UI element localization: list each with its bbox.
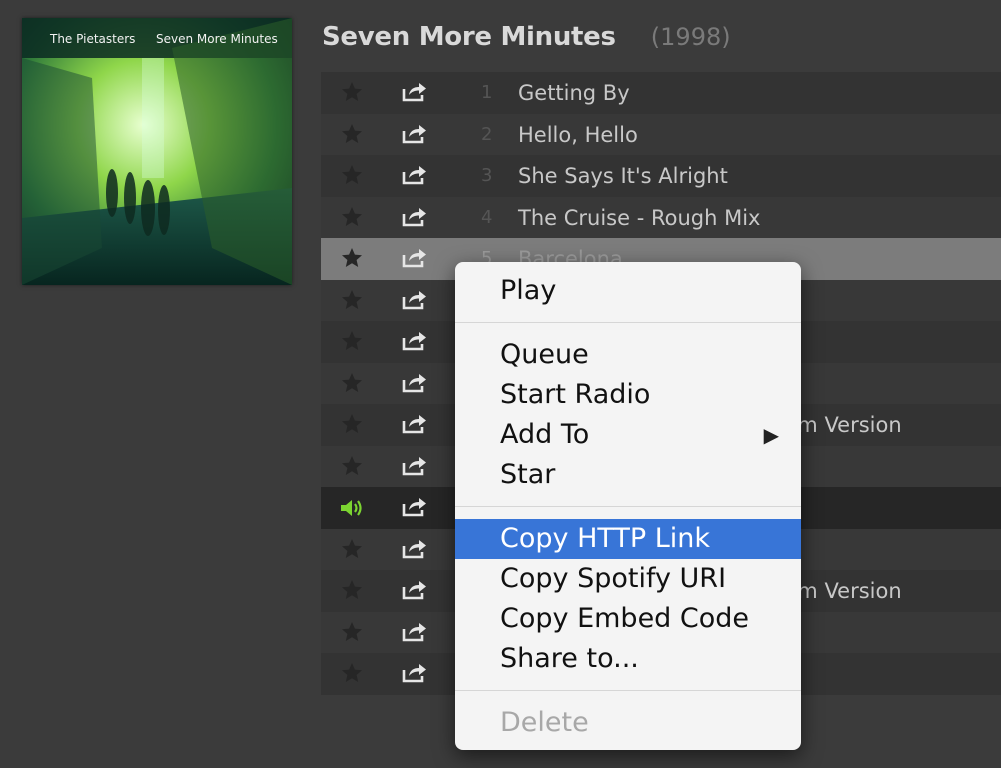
- share-icon[interactable]: [401, 496, 427, 518]
- submenu-arrow-icon: ▶: [763, 423, 779, 447]
- star-icon[interactable]: [340, 661, 364, 685]
- menu-separator: [455, 322, 801, 323]
- share-icon[interactable]: [401, 164, 427, 186]
- cover-artist-text: The Pietasters: [50, 32, 136, 46]
- star-icon[interactable]: [340, 454, 364, 478]
- track-number: 3: [481, 165, 493, 186]
- star-icon[interactable]: [340, 329, 364, 353]
- menu-item-add-to-label: Add To: [500, 419, 590, 450]
- star-icon[interactable]: [340, 288, 364, 312]
- menu-item-add-to[interactable]: Add To ▶: [455, 415, 801, 455]
- share-icon[interactable]: [401, 538, 427, 560]
- share-icon[interactable]: [401, 206, 427, 228]
- track-name-fragment: um Version: [784, 413, 902, 437]
- menu-item-copy-embed-code[interactable]: Copy Embed Code: [455, 599, 801, 639]
- star-icon[interactable]: [340, 412, 364, 436]
- star-icon[interactable]: [340, 205, 364, 229]
- share-icon[interactable]: [401, 123, 427, 145]
- menu-item-copy-spotify-uri[interactable]: Copy Spotify URI: [455, 559, 801, 599]
- album-header: Seven More Minutes (1998): [322, 22, 731, 54]
- menu-item-share-to[interactable]: Share to...: [455, 639, 801, 679]
- star-icon[interactable]: [340, 246, 364, 270]
- menu-item-star[interactable]: Star: [455, 455, 801, 495]
- album-cover-art: [22, 18, 292, 285]
- context-menu: Play Queue Start Radio Add To ▶ Star Cop…: [455, 262, 801, 750]
- share-icon[interactable]: [401, 372, 427, 394]
- menu-item-play[interactable]: Play: [455, 271, 801, 311]
- track-name: The Cruise - Rough Mix: [518, 205, 761, 230]
- share-icon[interactable]: [401, 662, 427, 684]
- album-title[interactable]: Seven More Minutes: [322, 22, 616, 52]
- share-icon[interactable]: [401, 621, 427, 643]
- track-name-fragment: um Version: [784, 579, 902, 603]
- track-row[interactable]: 3 She Says It's Alright: [321, 155, 1001, 197]
- track-number: 2: [481, 123, 493, 145]
- track-row[interactable]: 1 Getting By: [321, 72, 1001, 114]
- menu-item-queue[interactable]: Queue: [455, 335, 801, 375]
- share-icon[interactable]: [401, 330, 427, 352]
- share-icon[interactable]: [401, 455, 427, 477]
- menu-separator: [455, 506, 801, 507]
- now-playing-speaker-icon: [339, 497, 367, 519]
- share-icon[interactable]: [401, 247, 427, 269]
- menu-item-copy-http-link[interactable]: Copy HTTP Link: [455, 519, 801, 559]
- share-icon[interactable]: [401, 413, 427, 435]
- star-icon[interactable]: [340, 80, 364, 104]
- track-name: Getting By: [518, 81, 630, 105]
- star-icon[interactable]: [340, 122, 364, 146]
- star-icon[interactable]: [340, 537, 364, 561]
- album-year: (1998): [650, 23, 731, 51]
- track-name: Hello, Hello: [518, 122, 638, 147]
- menu-separator: [455, 690, 801, 691]
- star-icon[interactable]: [340, 620, 364, 644]
- track-name: She Says It's Alright: [518, 164, 728, 188]
- share-icon[interactable]: [401, 81, 427, 103]
- star-icon[interactable]: [340, 578, 364, 602]
- track-number: 1: [481, 82, 493, 103]
- track-row[interactable]: 4 The Cruise - Rough Mix: [321, 196, 1001, 238]
- track-number: 4: [481, 206, 493, 228]
- share-icon[interactable]: [401, 579, 427, 601]
- cover-title-text: Seven More Minutes: [156, 32, 278, 46]
- star-icon[interactable]: [340, 371, 364, 395]
- menu-item-delete: Delete: [500, 707, 589, 738]
- star-icon[interactable]: [340, 163, 364, 187]
- share-icon[interactable]: [401, 289, 427, 311]
- album-cover[interactable]: The Pietasters Seven More Minutes: [22, 18, 292, 285]
- menu-item-start-radio[interactable]: Start Radio: [455, 375, 801, 415]
- track-row[interactable]: 2 Hello, Hello: [321, 113, 1001, 155]
